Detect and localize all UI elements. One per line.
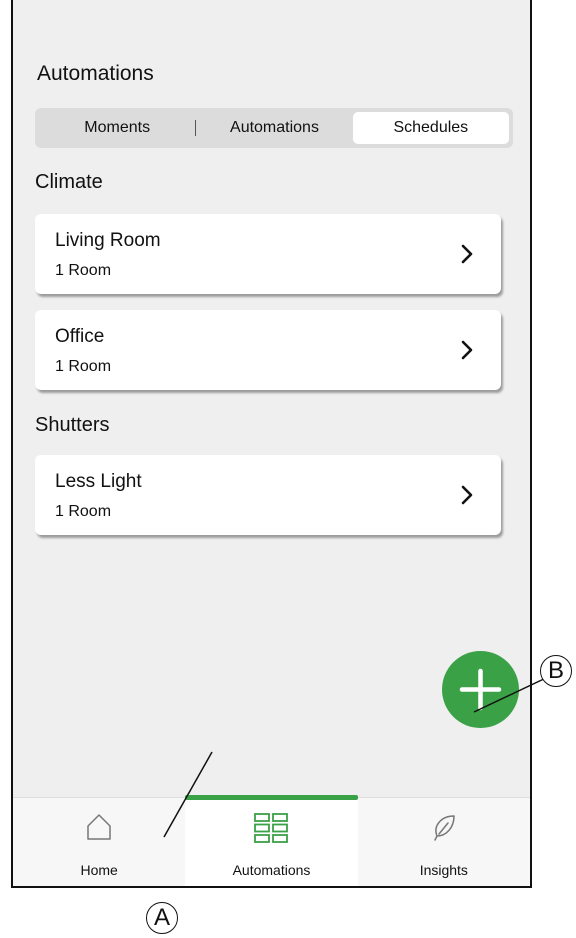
tab-schedules[interactable]: Schedules (352, 112, 509, 144)
home-icon (87, 814, 111, 840)
card-title: Office (55, 326, 105, 347)
nav-insights[interactable]: Insights (358, 798, 530, 886)
tab-moments[interactable]: Moments (39, 112, 195, 144)
add-schedule-button[interactable] (442, 651, 519, 728)
tab-automations[interactable]: Automations (196, 112, 352, 144)
card-subtitle: 1 Room (55, 503, 112, 520)
schedule-card-living-room[interactable]: Living Room 1 Room (35, 214, 501, 294)
callout-b: B (540, 655, 572, 687)
nav-label: Home (80, 862, 118, 878)
chevron-right-icon (461, 485, 473, 505)
card-title: Living Room (55, 230, 161, 251)
bottom-navigation: Home Automations Insights (13, 795, 530, 886)
app-screen: Automations Moments Automations Schedule… (11, 0, 532, 888)
nav-home[interactable]: Home (13, 798, 185, 886)
segmented-control: Moments Automations Schedules (35, 108, 513, 148)
schedule-card-less-light[interactable]: Less Light 1 Room (35, 455, 501, 535)
leaf-icon (434, 815, 455, 841)
grid-icon (254, 813, 289, 843)
section-title-climate: Climate (35, 171, 103, 193)
page-title: Automations (37, 62, 154, 85)
card-subtitle: 1 Room (55, 358, 112, 375)
card-subtitle: 1 Room (55, 262, 112, 279)
section-title-shutters: Shutters (35, 414, 110, 436)
plus-icon (459, 668, 502, 711)
nav-label: Insights (419, 862, 468, 878)
schedule-card-office[interactable]: Office 1 Room (35, 310, 501, 390)
nav-automations[interactable]: Automations (185, 795, 358, 886)
chevron-right-icon (461, 244, 473, 264)
nav-label: Automations (232, 862, 311, 878)
active-tab-indicator (185, 795, 358, 800)
chevron-right-icon (461, 340, 473, 360)
callout-a: A (146, 902, 178, 934)
card-title: Less Light (55, 471, 142, 492)
